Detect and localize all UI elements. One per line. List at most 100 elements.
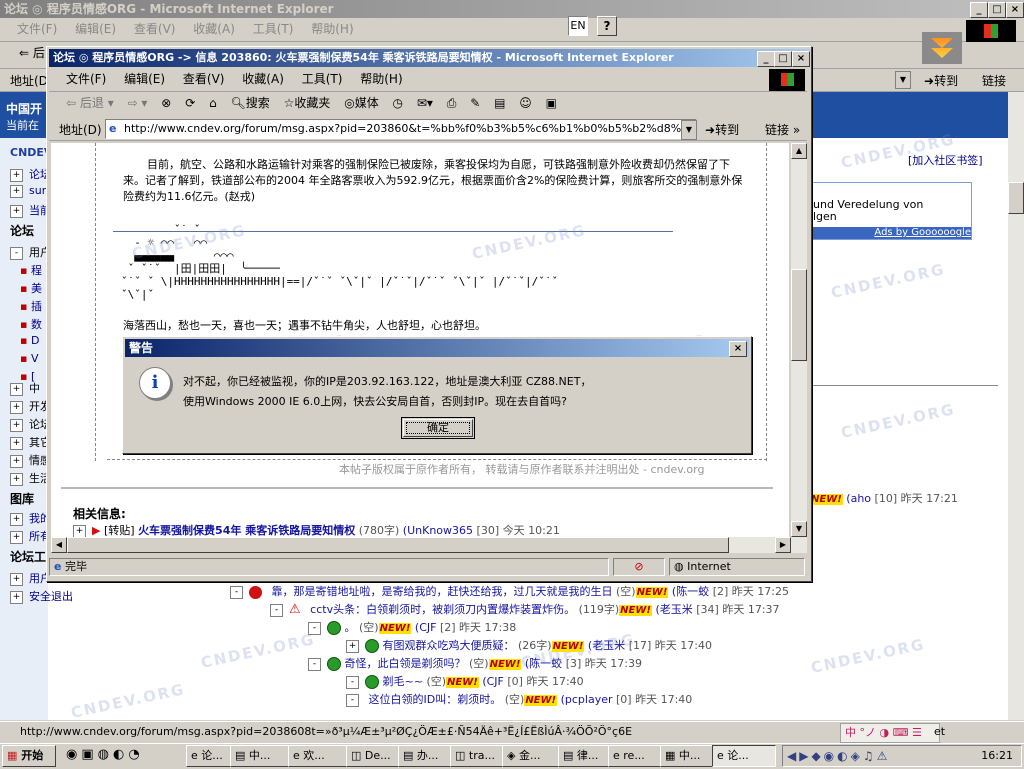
sidebar-item[interactable]: - 用户 [10, 244, 51, 260]
go-button[interactable]: ➜转到 [705, 121, 739, 138]
sidebar-item[interactable]: + 开发 [10, 398, 51, 414]
dialog-close-button[interactable]: × [729, 341, 747, 357]
scroll-right-button[interactable]: ▶ [775, 537, 791, 553]
ads-by-google[interactable]: Ads by Goooooogle [811, 227, 971, 239]
menu-tools[interactable]: 工具(T) [295, 69, 350, 89]
refresh-icon[interactable]: ⟳ [180, 92, 200, 114]
edit-icon[interactable]: ✎ [465, 92, 485, 114]
sidebar-item[interactable]: + 中 [10, 380, 40, 396]
back-links-button[interactable]: 链接 [982, 72, 1006, 89]
menu-view[interactable]: 查看(V) [176, 69, 232, 89]
taskbar-button[interactable]: e 欢... [288, 745, 348, 767]
back-arrow-icon[interactable]: ⇐ 后 [14, 42, 50, 64]
sidebar-item[interactable]: + 论坛 [10, 166, 51, 182]
mail-icon[interactable]: ✉▾ [412, 92, 438, 114]
research-icon[interactable]: ▣ [541, 92, 562, 114]
print-icon[interactable]: ⎙ [442, 92, 462, 114]
sidebar-item[interactable]: + 我的 [10, 510, 51, 526]
sidebar-item[interactable]: + 其它 [10, 434, 51, 450]
quick-launch[interactable]: ◉▣◍◐◔ [66, 746, 180, 764]
taskbar-button[interactable]: ▦ 中... [660, 745, 714, 767]
taskbar-button[interactable]: ▤ 办... [398, 745, 452, 767]
search-button[interactable]: 🔍︎搜索 [226, 92, 275, 114]
horizontal-scrollbar[interactable]: ◀ ▶ [51, 537, 807, 553]
menu-help[interactable]: 帮助(H) [353, 69, 409, 89]
taskbar-button[interactable]: ◈ 金... [502, 745, 560, 767]
favorites-button[interactable]: ☆收藏夹 [279, 92, 336, 114]
taskbar-button[interactable]: ▤ 中... [230, 745, 290, 767]
menu-favorites[interactable]: 收藏(A) [235, 69, 291, 89]
links-button[interactable]: 链接 » [765, 121, 800, 138]
sidebar-item[interactable]: + 情感 [10, 452, 51, 468]
thread-row[interactable]: - 奇怪，此白领是剃须吗？ (空)NEW! (陈一蛟 [3] 昨天 17:39 [308, 656, 642, 672]
logout-link[interactable]: + 安全退出 [10, 588, 73, 604]
thread-row[interactable]: - 靠，那是寄错地址啦，是寄给我的，赶快还给我，过几天就是我的生日 (空)NEW… [230, 584, 789, 600]
messenger-icon[interactable]: ☺ [514, 92, 537, 114]
related-item[interactable]: + ▶ [转贴] 火车票强制保费54年 乘客诉铁路局要知情权 (780字) (Un… [73, 523, 560, 537]
history-icon[interactable]: ◷ [388, 92, 408, 114]
minimize-button[interactable]: _ [970, 2, 988, 18]
address-input[interactable]: e http://www.cndev.org/forum/msg.aspx?pi… [105, 119, 697, 139]
back-menu-file[interactable]: 文件(F) [10, 19, 64, 39]
thread-row[interactable]: - ⚠ cctv头条：白领剃须时，被剃须刀内置爆炸装置炸伤。 (119字)NEW!… [270, 602, 780, 618]
lang-indicator[interactable]: EN [568, 16, 588, 36]
sidebar-item[interactable]: + 生活 [10, 470, 51, 486]
taskbar-button[interactable]: ▤ 律... [558, 745, 610, 767]
sidebar-item[interactable]: + 所有 [10, 528, 51, 544]
sidebar-subitem[interactable]: ▪ 数 [20, 316, 42, 332]
maximize-button[interactable]: □ [988, 2, 1006, 18]
discuss-icon[interactable]: ▤ [489, 92, 510, 114]
ok-button[interactable]: 确定 [401, 417, 475, 439]
h-scrollbar-thumb[interactable] [67, 537, 729, 553]
taskbar-button[interactable]: e re... [608, 745, 662, 767]
back-button[interactable]: ⇦ 后退 ▾ [61, 92, 119, 114]
front-close-button[interactable]: × [792, 51, 810, 67]
privacy-icon[interactable]: ⊘ [613, 558, 665, 576]
forward-button[interactable]: ⇨ ▾ [123, 92, 153, 114]
sidebar-item[interactable]: + 当前 [10, 202, 51, 218]
taskbar-button[interactable]: ◫ tra... [450, 745, 504, 767]
tray-icons[interactable]: ◀▶◆◉◐◈♫⚠ [787, 749, 890, 763]
start-button[interactable]: ▦ 开始 [2, 745, 56, 767]
taskbar-button[interactable]: ◫ De... [346, 745, 400, 767]
front-minimize-button[interactable]: _ [757, 51, 775, 67]
back-go-button[interactable]: ➜转到 [924, 72, 958, 89]
back-menu-view[interactable]: 查看(V) [127, 19, 183, 39]
thread-row[interactable]: + 有图观群众吃鸡大便质疑： (26字)NEW! (老玉米 [17] 昨天 17… [346, 638, 712, 654]
back-menu-edit[interactable]: 编辑(E) [68, 19, 123, 39]
sidebar-subitem[interactable]: ▪ D [20, 334, 39, 347]
back-menu-tools[interactable]: 工具(T) [246, 19, 301, 39]
thread-row[interactable]: - 剃毛~~ (空)NEW! (CJF [0] 昨天 17:40 [346, 674, 584, 690]
back-menu-help[interactable]: 帮助(H) [304, 19, 360, 39]
front-maximize-button[interactable]: □ [774, 51, 792, 67]
help-indicator[interactable]: ? [597, 16, 617, 36]
sidebar-subitem[interactable]: ▪ 插 [20, 298, 42, 314]
media-button[interactable]: ◎媒体 [339, 92, 384, 114]
home-icon[interactable]: ⌂ [204, 92, 222, 114]
sidebar-item[interactable]: + 论坛 [10, 416, 51, 432]
sidebar-subitem[interactable]: ▪ V [20, 352, 38, 365]
sidebar-subitem[interactable]: ▪ 美 [20, 280, 42, 296]
scroll-up-button[interactable]: ▲ [791, 143, 807, 159]
scrollbar-thumb[interactable] [791, 269, 807, 361]
scroll-left-button[interactable]: ◀ [51, 537, 67, 553]
ime-toolbar[interactable]: 中 °ノ ◑ ⌨ ☰ [840, 723, 940, 743]
thread-row[interactable]: - 。 (空)NEW! (CJF [2] 昨天 17:38 [308, 620, 516, 636]
address-dropdown[interactable]: ▼ [681, 120, 697, 140]
menu-edit[interactable]: 编辑(E) [117, 69, 172, 89]
thread-row[interactable]: NEW! (aho [10] 昨天 17:21 [810, 491, 958, 507]
front-scrollbar[interactable]: ▲ ▼ [791, 143, 807, 537]
back-address-dropdown[interactable]: ▼ [895, 71, 911, 89]
back-scrollbar[interactable] [1008, 92, 1024, 720]
back-scrollbar-thumb[interactable] [1008, 182, 1024, 214]
stop-icon[interactable]: ⊗ [156, 92, 176, 114]
scroll-down-button[interactable]: ▼ [791, 521, 807, 537]
taskbar-button[interactable]: e 论... [186, 745, 232, 767]
sidebar-subitem[interactable]: ▪ 程 [20, 262, 42, 278]
back-menu-favorites[interactable]: 收藏(A) [186, 19, 242, 39]
menu-file[interactable]: 文件(F) [59, 69, 113, 89]
close-button[interactable]: × [1006, 2, 1024, 18]
taskbar-button-active[interactable]: e 论... [712, 745, 776, 767]
google-ad-box[interactable]: und Veredelung von lgen Ads by Goooooogl… [810, 182, 972, 240]
thread-row[interactable]: - 这位白领的ID叫：剃须时。 (空)NEW! (pcplayer [0] 昨天… [346, 692, 692, 708]
